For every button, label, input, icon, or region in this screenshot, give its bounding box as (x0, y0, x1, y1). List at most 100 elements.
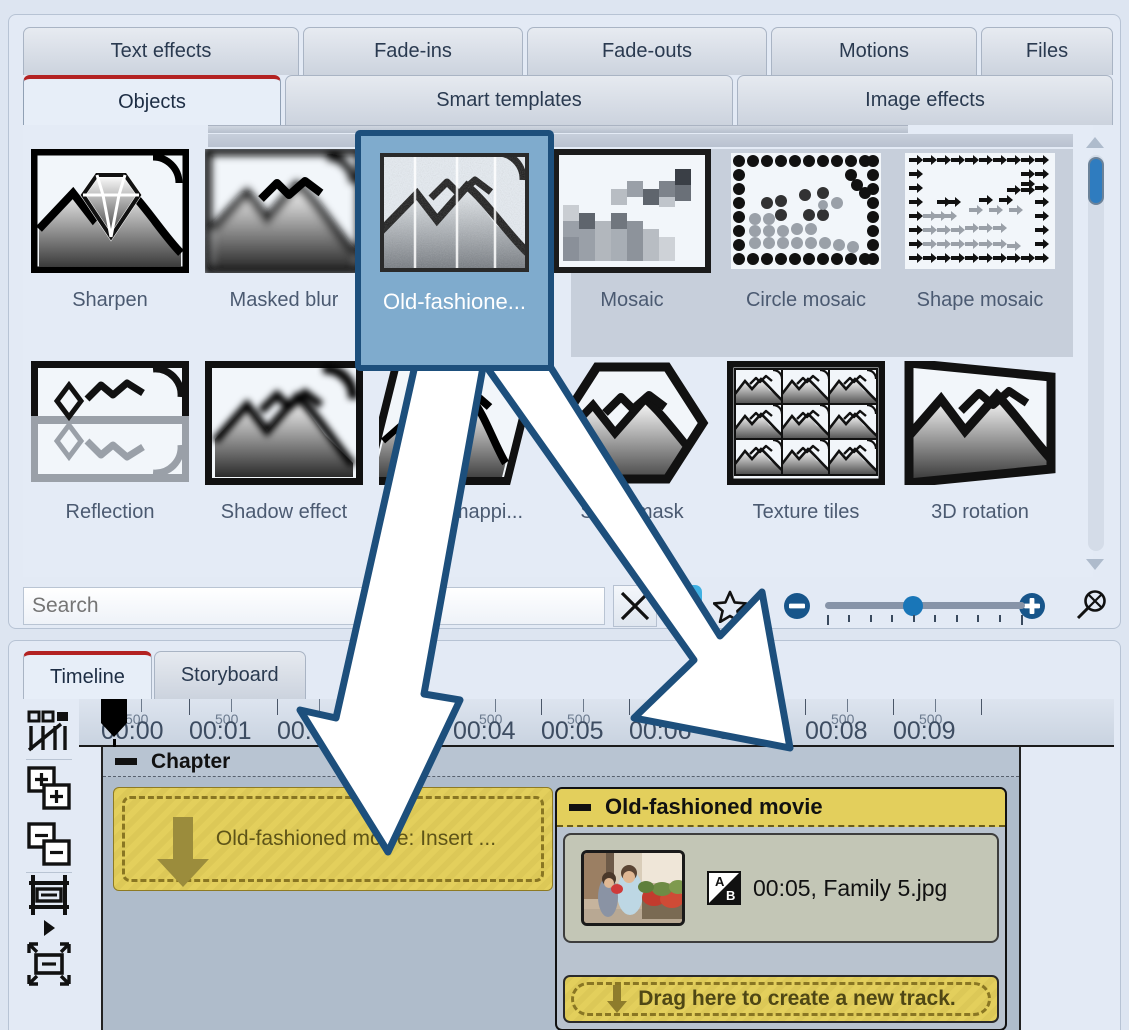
ruler-time-label: 00:05 (541, 717, 604, 745)
effects-panel: Text effects Fade-ins Fade-outs Motions … (8, 14, 1121, 629)
tab-smart-templates[interactable]: Smart templates (285, 75, 733, 125)
tab-label: Fade-outs (601, 40, 693, 62)
svg-text:A: A (715, 874, 725, 889)
eye-icon (667, 599, 698, 613)
clip-group-header[interactable]: Old-fashioned movie (557, 789, 1005, 827)
slider-knob[interactable] (902, 596, 923, 616)
timeline-body: 500 500 500 500 500 500 500 500 500 500 (79, 699, 1114, 1030)
effect-item-static-mask[interactable]: Static mask (545, 361, 719, 524)
scrollbar-track[interactable] (1088, 155, 1104, 551)
tab-fade-outs[interactable]: Fade-outs (527, 27, 767, 75)
tab-motions[interactable]: Motions (771, 27, 977, 75)
effect-item-mosaic[interactable]: Mosaic (545, 149, 719, 312)
chapter-header[interactable]: Chapter (103, 747, 1019, 777)
new-track-border: Drag here to create a new track. (571, 982, 991, 1016)
tab-label: Files (1025, 40, 1069, 62)
effect-item-texture-tiles[interactable]: Texture tiles (719, 361, 893, 524)
reset-zoom-button[interactable] (1070, 585, 1113, 627)
add-track-button[interactable] (21, 760, 77, 816)
effects-scrollbar[interactable] (1082, 133, 1108, 573)
ruler-time-label: 00:03 (365, 717, 428, 745)
ruler-time-label: 00:07 (717, 717, 780, 745)
track-mode-button[interactable] (21, 703, 77, 759)
ab-transition-icon: A B (707, 871, 741, 905)
zoom-slider[interactable] (824, 585, 1025, 627)
effects-grid: Sharpen Masked blur Mosaic Circle mosaic… (23, 125, 1093, 577)
effect-label: Reflection (65, 501, 155, 523)
tab-files[interactable]: Files (981, 27, 1113, 75)
minus-circle-icon (784, 593, 811, 619)
clip-group-old-fashioned-movie[interactable]: Old-fashioned movie A B 00:05, Family 5.… (555, 787, 1007, 1030)
track-mode-icon (27, 710, 68, 752)
ruler-time-label: 00:08 (805, 717, 868, 745)
play-arrow-icon (44, 920, 55, 936)
timeline-tracks: Chapter Old-fashioned movie: Insert ... … (101, 747, 1021, 1030)
scrollbar-thumb[interactable] (1088, 157, 1104, 205)
effect-label: Mosaic (600, 289, 664, 311)
star-icon (712, 590, 747, 623)
scroll-up-arrow[interactable] (1086, 137, 1104, 148)
search-input[interactable] (23, 587, 606, 625)
tab-label: Timeline (50, 665, 125, 688)
toolbar-more-arrow[interactable] (21, 917, 77, 939)
tab-timeline[interactable]: Timeline (23, 651, 152, 699)
effect-item-reflection[interactable]: Reflection (23, 361, 197, 524)
preview-toggle-button[interactable] (662, 585, 703, 627)
timeline-ruler[interactable]: 500 500 500 500 500 500 500 500 500 500 (79, 699, 1114, 747)
clip-group-title: Old-fashioned movie (605, 794, 823, 819)
tab-image-effects[interactable]: Image effects (737, 75, 1113, 125)
effect-item-shape-mosaic[interactable]: Shape mosaic (893, 149, 1067, 312)
effect-item-circle-mosaic[interactable]: Circle mosaic (719, 149, 893, 312)
effect-label: Shadow effect (220, 501, 348, 523)
fit-height-icon (29, 875, 69, 915)
zoom-out-button[interactable] (775, 585, 818, 627)
texture-tiles-thumb (727, 361, 885, 485)
clip-label: 00:05, Family 5.jpg (753, 874, 948, 901)
effect-label: Shape mosaic (916, 289, 1044, 311)
tab-fade-ins[interactable]: Fade-ins (303, 27, 523, 75)
effect-item-shear-mapping[interactable]: Shear mappi... (371, 361, 545, 524)
effect-item-sharpen[interactable]: Sharpen (23, 149, 197, 312)
playhead-tip (101, 723, 127, 737)
circle-mosaic-thumb (731, 153, 881, 269)
timeline-side-toolbar (19, 703, 79, 1030)
dragged-effect-card[interactable]: Old-fashione... (355, 130, 554, 371)
fit-height-button[interactable] (21, 873, 77, 917)
expand-tracks-button[interactable] (21, 939, 77, 989)
slider-track[interactable] (824, 602, 1025, 609)
static-mask-thumb (555, 362, 709, 484)
minus-icon[interactable] (115, 758, 137, 765)
tab-label: Storyboard (180, 664, 279, 686)
playhead[interactable] (101, 699, 127, 741)
tab-text-effects[interactable]: Text effects (23, 27, 299, 75)
new-track-dropzone[interactable]: Drag here to create a new track. (563, 975, 999, 1023)
clear-search-button[interactable] (613, 585, 657, 627)
shadow-effect-thumb (205, 361, 363, 485)
effect-item-masked-blur[interactable]: Masked blur (197, 149, 371, 312)
category-header-strip-top (208, 125, 908, 133)
search-toolbar (23, 585, 1113, 627)
timeline-tab-row: Timeline Storyboard (23, 651, 306, 699)
drop-placeholder-border: Old-fashioned movie: Insert ... (122, 796, 544, 887)
scroll-down-arrow[interactable] (1086, 559, 1104, 570)
tab-objects[interactable]: Objects (23, 75, 281, 125)
ruler-time-label: 00:01 (189, 717, 252, 745)
effect-label: Shear mappi... (392, 501, 524, 523)
drop-placeholder-label: Old-fashioned movie: Insert ... (215, 827, 497, 850)
effect-item-3d-rotation[interactable]: 3D rotation (893, 361, 1067, 524)
tab-label: Smart templates (436, 89, 582, 111)
clip-row[interactable]: A B 00:05, Family 5.jpg (563, 833, 999, 943)
ruler-time-label: 00:04 (453, 717, 516, 745)
tab-label: Objects (118, 90, 186, 113)
remove-track-button[interactable] (21, 816, 77, 872)
drop-placeholder[interactable]: Old-fashioned movie: Insert ... (113, 787, 553, 891)
clip-thumbnail (581, 850, 685, 926)
favorites-button[interactable] (708, 585, 751, 627)
down-arrow-icon (607, 985, 628, 1013)
effect-label: 3D rotation (931, 501, 1029, 523)
tab-storyboard[interactable]: Storyboard (153, 651, 306, 699)
reflection-thumb (31, 361, 189, 482)
sharpen-thumb (31, 149, 189, 273)
effect-item-shadow-effect[interactable]: Shadow effect (197, 361, 371, 524)
minus-icon[interactable] (569, 803, 591, 811)
